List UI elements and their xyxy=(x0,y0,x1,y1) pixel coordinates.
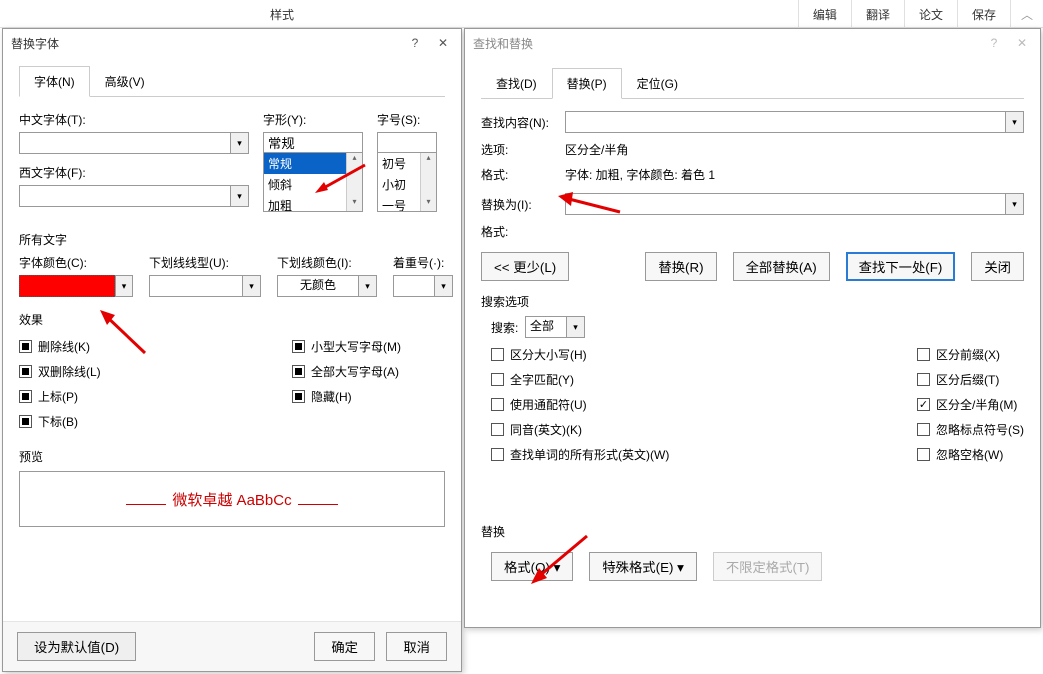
ribbon-tab-paper[interactable]: 论文 xyxy=(904,0,957,28)
checkbox-option[interactable]: 区分后缀(T) xyxy=(917,371,1024,388)
dialog-titlebar: 替换字体 ? ✕ xyxy=(3,29,461,57)
label-emphasis: 着重号(·): xyxy=(393,254,453,271)
checkbox-option[interactable]: 查找单词的所有形式(英文)(W) xyxy=(491,446,669,463)
label-all-text: 所有文字 xyxy=(19,231,445,248)
label-replace-with: 替换为(I): xyxy=(481,196,565,213)
find-replace-dialog: 查找和替换 ? ✕ 查找(D) 替换(P) 定位(G) 查找内容(N): ▾ 选… xyxy=(464,28,1041,628)
ribbon-bar: 样式 编辑 翻译 论文 保存 ︿ xyxy=(0,0,1043,28)
ribbon-tab-save[interactable]: 保存 xyxy=(957,0,1011,28)
font-color-dropdown[interactable]: ▾ xyxy=(19,275,133,297)
format-value: 字体: 加粗, 字体颜色: 着色 1 xyxy=(565,166,715,183)
label-west-font: 西文字体(F): xyxy=(19,164,249,181)
label-format: 格式: xyxy=(481,166,565,183)
find-replace-tabs: 查找(D) 替换(P) 定位(G) xyxy=(481,67,1024,99)
set-default-button[interactable]: 设为默认值(D) xyxy=(17,632,136,661)
cancel-button[interactable]: 取消 xyxy=(386,632,447,661)
dialog-title-text: 查找和替换 xyxy=(473,35,533,52)
label-preview: 预览 xyxy=(19,448,445,465)
replace-font-dialog: 替换字体 ? ✕ 字体(N) 高级(V) 中文字体(T): ▾ 西文字体(F): xyxy=(2,28,462,672)
ribbon-tabs: 编辑 翻译 论文 保存 ︿ xyxy=(798,0,1033,28)
style-listbox[interactable]: 常规 倾斜 加粗 ▴▾ xyxy=(263,152,363,212)
preview-text: 微软卓越 AaBbCc xyxy=(120,489,343,510)
checkbox-option[interactable]: 区分前缀(X) xyxy=(917,346,1024,363)
size-listbox[interactable]: 初号 小初 一号 ▴▾ xyxy=(377,152,437,212)
dialog-footer: 设为默认值(D) 确定 取消 xyxy=(3,621,461,671)
label-effects: 效果 xyxy=(19,311,445,328)
label-replace-section: 替换 xyxy=(481,523,1024,540)
emphasis-select[interactable]: ▾ xyxy=(393,275,453,297)
label-search-options: 搜索选项 xyxy=(481,293,1024,310)
label-font-color: 字体颜色(C): xyxy=(19,254,133,271)
checkbox-option[interactable]: 忽略标点符号(S) xyxy=(917,421,1024,438)
label-cn-font: 中文字体(T): xyxy=(19,111,249,128)
ribbon-tab-translate[interactable]: 翻译 xyxy=(851,0,904,28)
no-format-button: 不限定格式(T) xyxy=(713,552,823,581)
special-format-button[interactable]: 特殊格式(E) ▾ xyxy=(589,552,697,581)
tab-advanced[interactable]: 高级(V) xyxy=(90,66,160,97)
style-input[interactable] xyxy=(263,132,363,152)
close-icon[interactable]: ✕ xyxy=(429,29,457,57)
scrollbar[interactable]: ▴▾ xyxy=(346,153,362,211)
dialog-titlebar: 查找和替换 ? ✕ xyxy=(465,29,1040,57)
underline-color-select[interactable]: 无颜色▾ xyxy=(277,275,377,297)
label-options: 选项: xyxy=(481,141,565,158)
cn-font-select[interactable]: ▾ xyxy=(19,132,249,154)
find-what-input[interactable]: ▾ xyxy=(565,111,1024,133)
options-value: 区分全/半角 xyxy=(565,141,628,158)
check-smallcaps[interactable]: 小型大写字母(M) xyxy=(292,338,401,355)
dialog-title-text: 替换字体 xyxy=(11,35,59,52)
check-subscript[interactable]: 下标(B) xyxy=(19,413,78,430)
ok-button[interactable]: 确定 xyxy=(314,632,375,661)
format-button[interactable]: 格式(O) ▾ xyxy=(491,552,573,581)
check-hidden[interactable]: 隐藏(H) xyxy=(292,388,352,405)
checkbox-option[interactable]: 同音(英文)(K) xyxy=(491,421,669,438)
tab-font[interactable]: 字体(N) xyxy=(19,66,90,97)
underline-style-select[interactable]: ▾ xyxy=(149,275,261,297)
tab-goto[interactable]: 定位(G) xyxy=(622,68,693,99)
replace-button[interactable]: 替换(R) xyxy=(645,252,716,281)
less-button[interactable]: << 更少(L) xyxy=(481,252,569,281)
check-allcaps[interactable]: 全部大写字母(A) xyxy=(292,363,399,380)
find-next-button[interactable]: 查找下一处(F) xyxy=(846,252,956,281)
tab-replace[interactable]: 替换(P) xyxy=(552,68,622,99)
preview-box: 微软卓越 AaBbCc xyxy=(19,471,445,527)
ribbon-tab-edit[interactable]: 编辑 xyxy=(798,0,851,28)
label-find-what: 查找内容(N): xyxy=(481,114,565,131)
label-format2: 格式: xyxy=(481,223,565,240)
checkbox-option[interactable]: 全字匹配(Y) xyxy=(491,371,669,388)
replace-with-input[interactable]: ▾ xyxy=(565,193,1024,215)
search-direction-select[interactable]: 全部▾ xyxy=(525,316,585,338)
checkbox-option[interactable]: 区分大小写(H) xyxy=(491,346,669,363)
checkbox-option[interactable]: 区分全/半角(M) xyxy=(917,396,1024,413)
font-color-swatch xyxy=(19,275,115,297)
size-input[interactable] xyxy=(377,132,437,152)
ribbon-collapse-caret[interactable]: ︿ xyxy=(1021,6,1033,23)
label-search: 搜索: xyxy=(491,319,518,336)
ribbon-title: 样式 xyxy=(270,6,294,23)
help-button[interactable]: ? xyxy=(401,29,429,57)
label-style: 字形(Y): xyxy=(263,111,363,128)
check-double-strike[interactable]: 双删除线(L) xyxy=(19,363,101,380)
check-strikethrough[interactable]: 删除线(K) xyxy=(19,338,90,355)
scrollbar[interactable]: ▴▾ xyxy=(420,153,436,211)
font-dialog-tabs: 字体(N) 高级(V) xyxy=(19,65,445,97)
label-ul-style: 下划线线型(U): xyxy=(149,254,261,271)
label-size: 字号(S): xyxy=(377,111,437,128)
check-superscript[interactable]: 上标(P) xyxy=(19,388,78,405)
tab-find[interactable]: 查找(D) xyxy=(481,68,552,99)
checkbox-option[interactable]: 忽略空格(W) xyxy=(917,446,1024,463)
help-button[interactable]: ? xyxy=(980,29,1008,57)
label-ul-color: 下划线颜色(I): xyxy=(277,254,377,271)
west-font-select[interactable]: ▾ xyxy=(19,185,249,207)
close-button[interactable]: 关闭 xyxy=(971,252,1024,281)
close-icon[interactable]: ✕ xyxy=(1008,29,1036,57)
checkbox-option[interactable]: 使用通配符(U) xyxy=(491,396,669,413)
replace-all-button[interactable]: 全部替换(A) xyxy=(733,252,830,281)
